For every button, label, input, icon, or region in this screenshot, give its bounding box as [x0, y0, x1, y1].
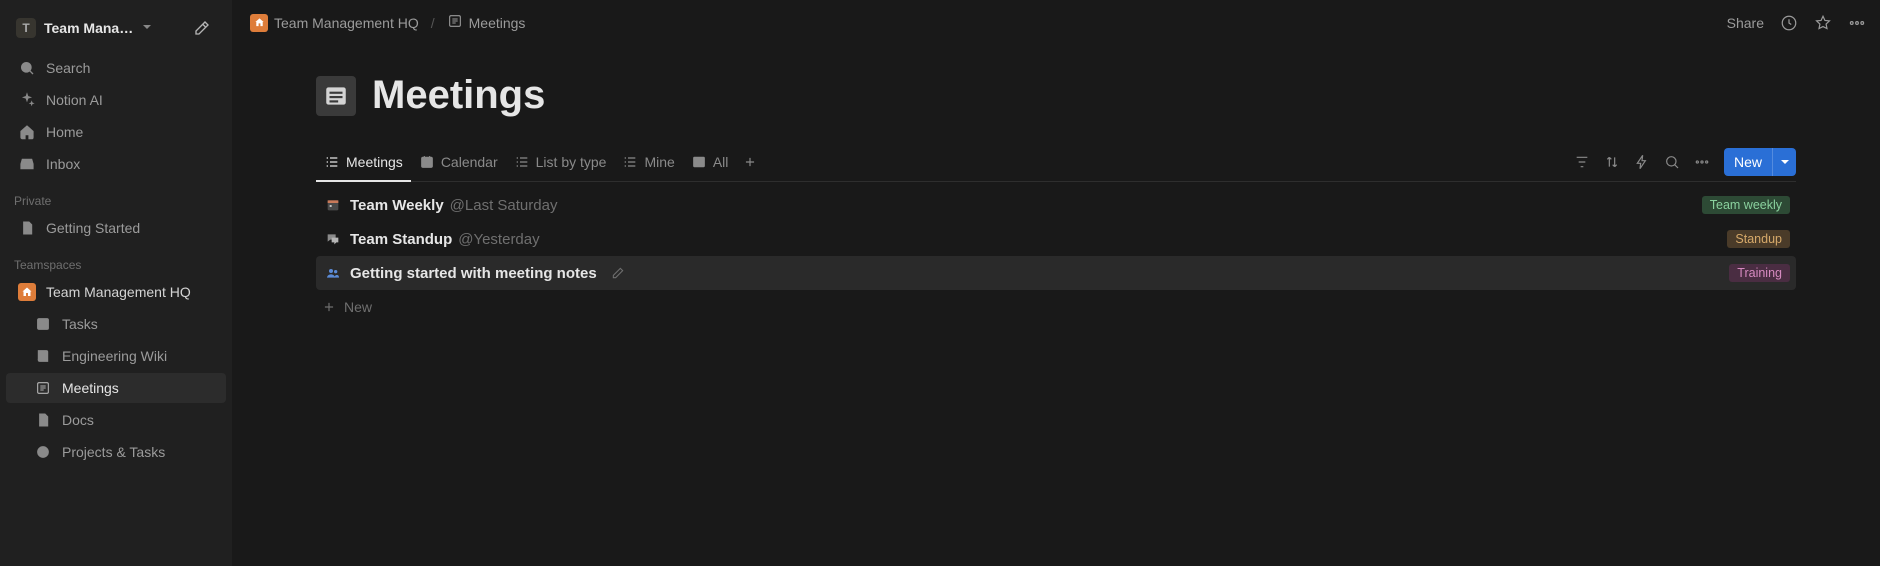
people-icon [322, 265, 344, 281]
automation-icon[interactable] [1634, 154, 1650, 170]
main: Team Management HQ / Meetings Share Meet… [232, 0, 1880, 566]
db-list: Team Weekly @Last Saturday Team weekly T… [316, 188, 1796, 324]
new-button-label[interactable]: New [1724, 154, 1772, 170]
teamspace-home[interactable]: Team Management HQ [6, 277, 226, 307]
row-tag: Standup [1727, 230, 1790, 248]
more-icon[interactable] [1694, 154, 1710, 170]
topbar: Team Management HQ / Meetings Share [232, 0, 1880, 45]
search-icon[interactable] [1664, 154, 1680, 170]
db-tab-listbytype[interactable]: List by type [506, 142, 615, 182]
more-icon[interactable] [1848, 14, 1866, 32]
house-icon [18, 283, 36, 301]
db-tab-all[interactable]: All [683, 142, 737, 182]
home-icon [18, 123, 36, 141]
checkbox-icon [34, 315, 52, 333]
chevron-down-icon [141, 20, 153, 36]
page-icon[interactable] [316, 76, 356, 116]
page-title-row: Meetings [316, 73, 1796, 118]
list-icon [447, 13, 463, 32]
list-row[interactable]: Getting started with meeting notes Train… [316, 256, 1796, 290]
row-date: @Last Saturday [450, 197, 558, 214]
row-date: @Yesterday [458, 231, 539, 248]
db-tab-mine[interactable]: Mine [614, 142, 682, 182]
breadcrumb-root[interactable]: Team Management HQ [246, 12, 423, 34]
sidebar-page-getting-started[interactable]: Getting Started [6, 213, 226, 243]
db-tab-meetings[interactable]: Meetings [316, 142, 411, 182]
list-icon [34, 379, 52, 397]
inbox-icon [18, 155, 36, 173]
row-tag: Training [1729, 264, 1790, 282]
new-button: New [1724, 148, 1796, 176]
house-icon [250, 14, 268, 32]
sidebar-page-wiki[interactable]: Engineering Wiki [6, 341, 226, 371]
db-view-tabs: Meetings Calendar List by type Mine All [316, 142, 1796, 182]
sidebar: T Team Mana… Search Notion AI Home Inbox… [0, 0, 232, 566]
row-title: Team Standup [350, 231, 452, 248]
target-icon [34, 443, 52, 461]
sparkle-icon [18, 91, 36, 109]
breadcrumb-page[interactable]: Meetings [443, 11, 530, 34]
calendar-icon [322, 197, 344, 213]
add-view-button[interactable] [736, 155, 764, 169]
sidebar-section-private: Private [0, 180, 232, 212]
page-icon [34, 411, 52, 429]
sidebar-inbox[interactable]: Inbox [6, 149, 226, 179]
topbar-actions: Share [1727, 14, 1866, 32]
list-row[interactable]: Team Weekly @Last Saturday Team weekly [316, 188, 1796, 222]
row-title: Team Weekly [350, 197, 444, 214]
page-icon [18, 219, 36, 237]
new-button-dropdown[interactable] [1772, 148, 1796, 176]
sidebar-search[interactable]: Search [6, 53, 226, 83]
compose-button[interactable] [188, 14, 216, 42]
db-controls: New [1574, 148, 1796, 176]
sidebar-page-tasks[interactable]: Tasks [6, 309, 226, 339]
db-tab-calendar[interactable]: Calendar [411, 142, 506, 182]
list-row[interactable]: Team Standup @Yesterday Standup [316, 222, 1796, 256]
workspace-switcher[interactable]: T Team Mana… [6, 8, 226, 48]
breadcrumb-separator: / [431, 15, 435, 31]
sort-icon[interactable] [1604, 154, 1620, 170]
row-title: Getting started with meeting notes [350, 265, 597, 282]
chat-icon [322, 231, 344, 247]
page-title[interactable]: Meetings [372, 73, 545, 118]
sidebar-section-teamspaces: Teamspaces [0, 244, 232, 276]
filter-icon[interactable] [1574, 154, 1590, 170]
page-content: Meetings Meetings Calendar List by type [232, 45, 1880, 566]
sidebar-page-meetings[interactable]: Meetings [6, 373, 226, 403]
sidebar-home[interactable]: Home [6, 117, 226, 147]
sidebar-page-docs[interactable]: Docs [6, 405, 226, 435]
edit-icon[interactable] [611, 266, 625, 280]
history-icon[interactable] [1780, 14, 1798, 32]
book-icon [34, 347, 52, 365]
star-icon[interactable] [1814, 14, 1832, 32]
search-icon [18, 59, 36, 77]
workspace-name: Team Mana… [44, 20, 133, 36]
new-row-button[interactable]: New [316, 290, 1796, 324]
sidebar-ai[interactable]: Notion AI [6, 85, 226, 115]
share-button[interactable]: Share [1727, 15, 1764, 31]
sidebar-page-projects[interactable]: Projects & Tasks [6, 437, 226, 467]
row-tag: Team weekly [1702, 196, 1790, 214]
breadcrumb: Team Management HQ / Meetings [246, 11, 529, 34]
workspace-badge: T [16, 18, 36, 38]
